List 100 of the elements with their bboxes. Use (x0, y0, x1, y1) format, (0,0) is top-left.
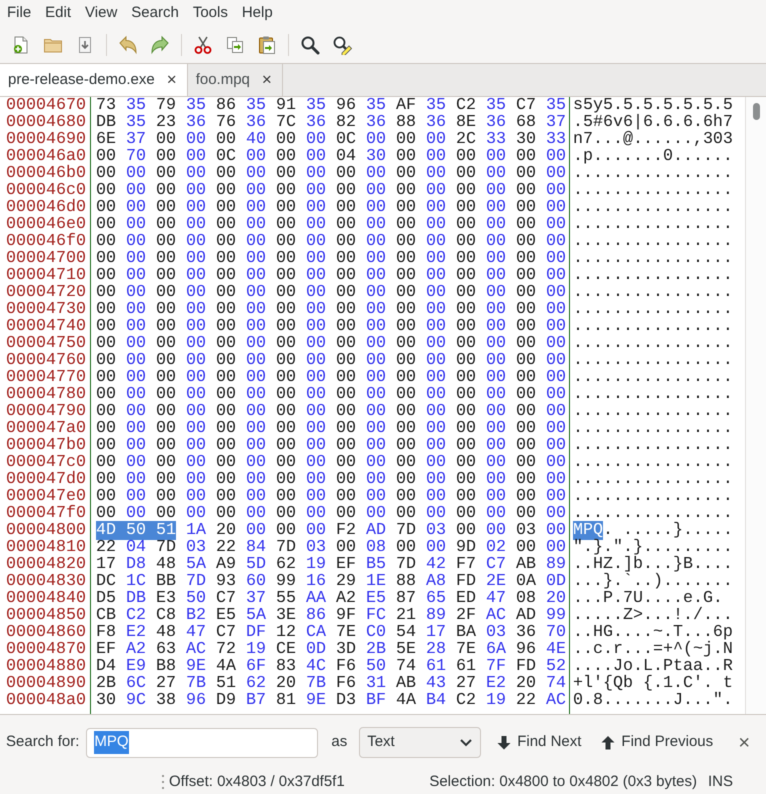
ascii-text: ................ (573, 453, 733, 472)
ascii-text: .p.......0...... (573, 147, 733, 166)
offset-label: 00004790 (6, 402, 86, 421)
menu-item[interactable]: Edit (45, 3, 72, 23)
menu-item[interactable]: File (7, 3, 32, 23)
offset-label: 00004740 (6, 317, 86, 336)
hex-bytes: 00 00 00 00 00 00 00 00 00 00 00 00 00 00 00 00 (96, 453, 566, 472)
offset-label: 00004670 (6, 96, 86, 115)
offset-label: 00004810 (6, 538, 86, 557)
search-field[interactable]: MPQ (86, 728, 318, 758)
ascii-text: ..c.r...=+^(~j.N (573, 640, 733, 659)
ascii-text: ................ (573, 164, 733, 183)
menu-item[interactable]: Tools (192, 3, 228, 23)
menu-item[interactable]: View (85, 3, 118, 23)
scrollbar-thumb[interactable] (752, 103, 760, 120)
offset-label: 00004760 (6, 351, 86, 370)
offset-label: 00004680 (6, 113, 86, 132)
ascii-text: ................ (573, 181, 733, 200)
hex-bytes: 00 00 00 00 00 00 00 00 00 00 00 00 00 00 00 00 (96, 198, 566, 217)
hex-bytes: 00 00 00 00 00 00 00 00 00 00 00 00 00 00 00 00 (96, 266, 566, 285)
ascii-text: ................ (573, 232, 733, 251)
hex-bytes: 00 00 00 00 00 00 00 00 00 00 00 00 00 00 00 00 (96, 470, 566, 489)
hex-bytes: 17 D8 48 5A A9 5D 62 19 EF B5 7D 42 F7 C7 AB 89 (96, 555, 566, 574)
find-previous-button[interactable]: Find Previous (597, 728, 718, 758)
ascii-text: ................ (573, 470, 733, 489)
hex-bytes: 00 00 00 00 00 00 00 00 00 00 00 00 00 00 00 00 (96, 317, 566, 336)
scissors-icon (193, 34, 213, 54)
ascii-text: ................ (573, 334, 733, 353)
ascii-text: n7...@......,303 (573, 130, 733, 149)
offset-label: 00004730 (6, 300, 86, 319)
magnifier-pencil-icon (332, 34, 352, 54)
hex-bytes: D5 DB E3 50 C7 37 55 AA A2 E5 87 65 ED 47 08 20 (96, 589, 566, 608)
offset-label: 00004880 (6, 657, 86, 676)
ascii-text: ................ (573, 487, 733, 506)
ascii-text: MPQ (573, 521, 603, 540)
find-next-button[interactable]: Find Next (493, 728, 586, 758)
tab-close-button[interactable]: × (260, 71, 274, 89)
hex-bytes: CB C2 C8 B2 E5 5A 3E 86 9F FC 21 89 2F AC AD 99 (96, 606, 566, 625)
menu-item[interactable]: Search (131, 3, 179, 23)
ascii-text: ................ (573, 368, 733, 387)
hex-bytes: 00 00 00 00 00 00 00 00 00 00 00 00 00 00 00 00 (96, 164, 566, 183)
hex-bytes: DC 1C BB 7D 93 60 99 16 29 1E 88 A8 FD 2E 0A 0D (96, 572, 566, 591)
offset-label: 00004750 (6, 334, 86, 353)
ascii-text: ................ (573, 385, 733, 404)
ascii-text: ................ (573, 402, 733, 421)
offset-label: 00004840 (6, 589, 86, 608)
ascii-text: ".}.".}......... (573, 538, 733, 557)
undo-icon (118, 34, 138, 54)
hex-bytes: 00 00 00 00 00 00 00 00 00 00 00 00 00 00 00 00 (96, 487, 566, 506)
offset-label: 00004830 (6, 572, 86, 591)
chevron-down-icon (460, 738, 472, 746)
hex-bytes: 1A 20 00 00 00 F2 AD 7D 03 00 00 03 00 (186, 521, 566, 540)
hex-bytes: 73 35 79 35 86 35 91 35 96 35 AF 35 C2 35 C7 35 (96, 96, 566, 115)
offset-label: 00004700 (6, 249, 86, 268)
clipboard-icon (257, 34, 277, 54)
file-tab[interactable]: pre-release-demo.exe × (0, 64, 188, 96)
hex-bytes: 00 00 00 00 00 00 00 00 00 00 00 00 00 00 00 00 (96, 232, 566, 251)
hex-bytes: D4 E9 B8 9E 4A 6F 83 4C F6 50 74 61 61 7F FD 52 (96, 657, 566, 676)
scrollbar-track[interactable] (745, 97, 766, 714)
search-label: Search for: (6, 732, 80, 752)
offset-label: 000046e0 (6, 215, 86, 234)
ascii-text: ................ (573, 283, 733, 302)
offset-label: 000047d0 (6, 470, 86, 489)
ascii-text: ................ (573, 300, 733, 319)
ascii-text: ................ (573, 249, 733, 268)
ascii-text: .5#6v6|6.6.6.6h7 (573, 113, 733, 132)
offset-status: Offset: 0x4803 / 0x37df5f1 (169, 772, 345, 792)
offset-label: 00004770 (6, 368, 86, 387)
hex-bytes: 00 00 00 00 00 00 00 00 00 00 00 00 00 00 00 00 (96, 181, 566, 200)
hex-bytes: 00 00 00 00 00 00 00 00 00 00 00 00 00 00 00 00 (96, 419, 566, 438)
ascii-text: .....Z>...!./... (573, 606, 733, 625)
hex-bytes: 30 9C 38 96 D9 B7 81 9E D3 BF 4A B4 C2 19 22 AC (96, 691, 566, 710)
offset-label: 000046d0 (6, 198, 86, 217)
menu-item[interactable]: Help (242, 3, 273, 23)
offset-label: 000047a0 (6, 419, 86, 438)
tab-close-button[interactable]: × (164, 71, 179, 89)
selection-status: Selection: 0x4800 to 0x4802 (0x3 bytes) (429, 772, 697, 792)
offset-label: 00004860 (6, 623, 86, 642)
close-button[interactable]: × (734, 732, 754, 752)
offset-label: 000047f0 (6, 504, 86, 523)
ascii-text: ..HG....~.T...6p (573, 623, 733, 642)
hex-bytes: EF A2 63 AC 72 19 CE 0D 3D 2B 5E 28 7E 6A 96 4E (96, 640, 566, 659)
hex-bytes: 00 00 00 00 00 00 00 00 00 00 00 00 00 00 00 00 (96, 368, 566, 387)
offset-label: 000047c0 (6, 453, 86, 472)
ascii-text: . .....}..... (603, 521, 733, 540)
hex-bytes: 22 04 7D 03 22 84 7D 03 00 08 00 00 9D 02 00 00 (96, 538, 566, 557)
insert-mode-status: INS (708, 772, 733, 792)
hex-bytes: 00 70 00 00 0C 00 00 00 04 30 00 00 00 00 00 00 (96, 147, 566, 166)
offset-label: 000047b0 (6, 436, 86, 455)
type-dropdown[interactable]: Text (359, 727, 482, 758)
arrow-up-icon (601, 735, 616, 750)
hex-bytes: 00 00 00 00 00 00 00 00 00 00 00 00 00 00 00 00 (96, 351, 566, 370)
hex-bytes: 00 00 00 00 00 00 00 00 00 00 00 00 00 00 00 00 (96, 283, 566, 302)
copy-icon (225, 34, 245, 54)
offset-label: 000046a0 (6, 147, 86, 166)
file-tab[interactable]: foo.mpq × (188, 64, 283, 96)
offset-label: 00004720 (6, 283, 86, 302)
offset-label: 00004850 (6, 606, 86, 625)
offset-label: 000046b0 (6, 164, 86, 183)
ascii-text: +l'{Qb {.1.C'. t (573, 674, 733, 693)
